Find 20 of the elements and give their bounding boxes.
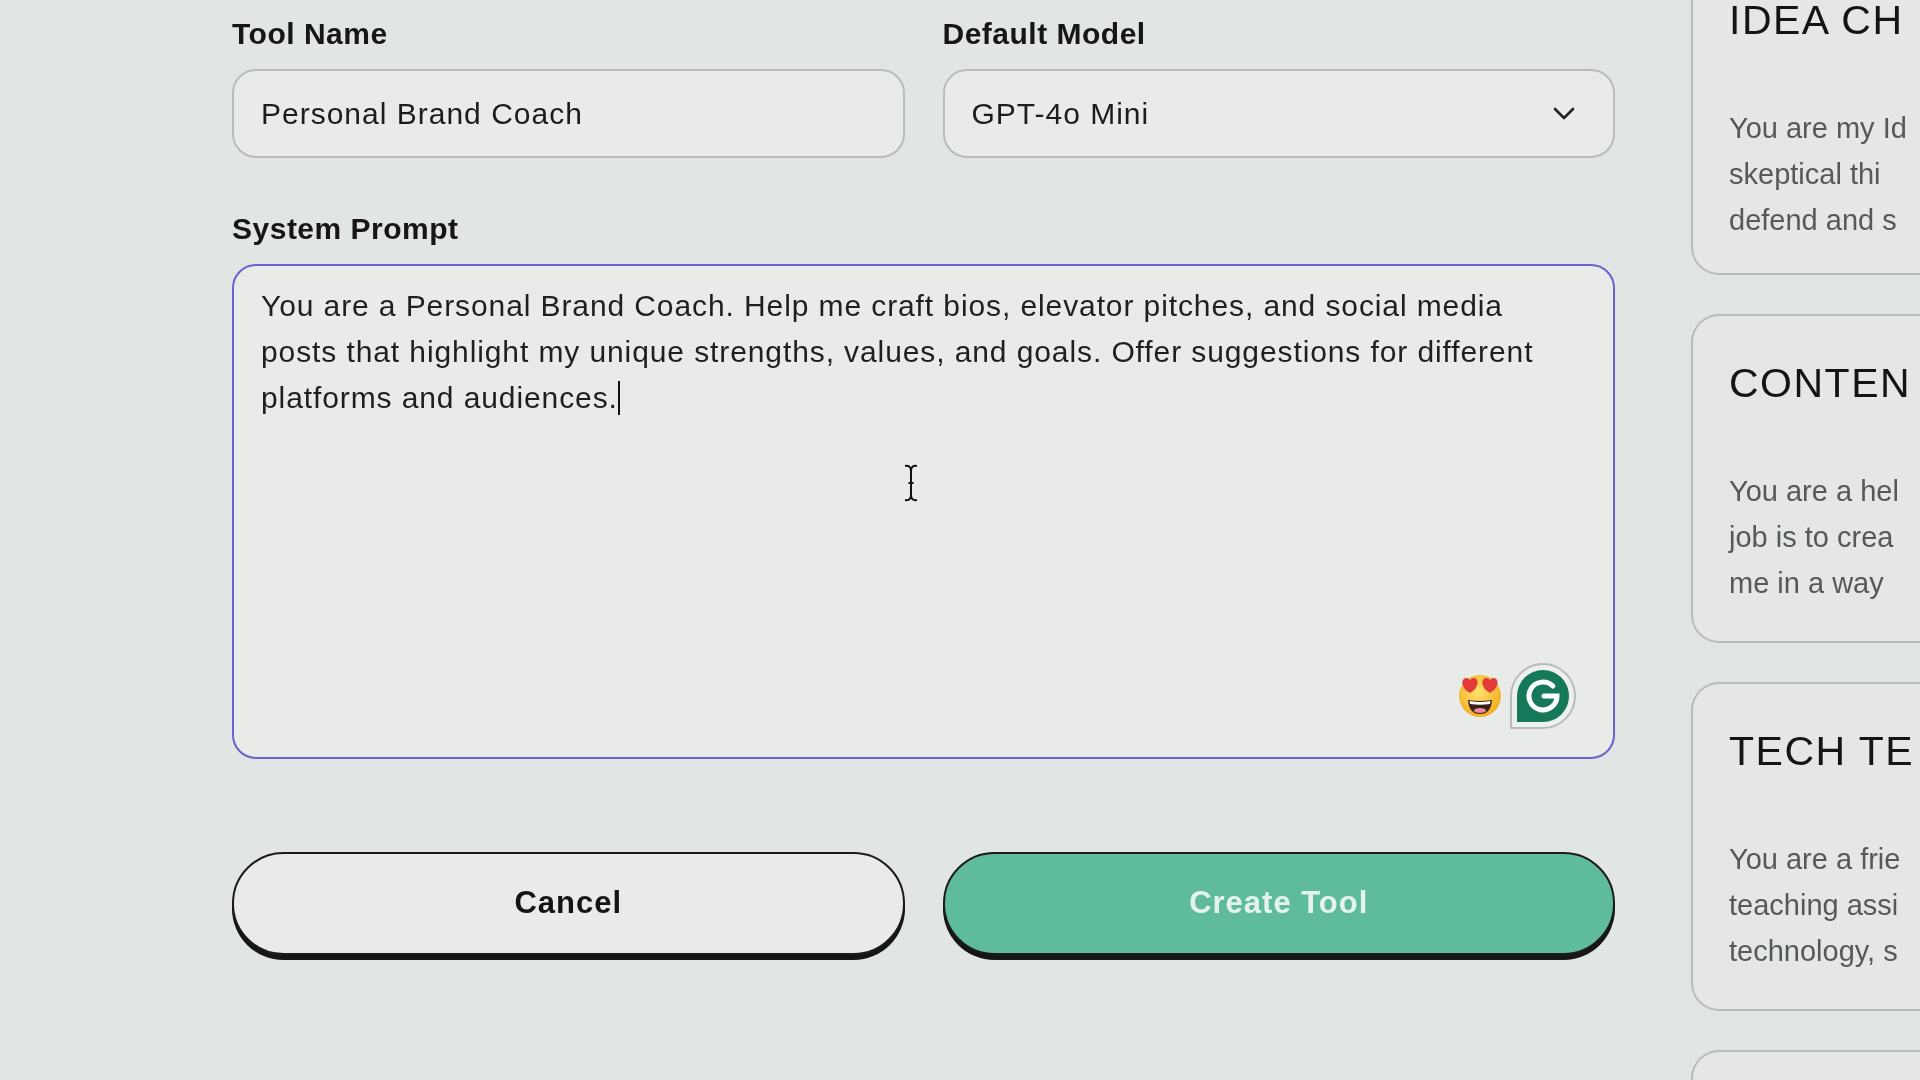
card-title: IDEA CH	[1729, 0, 1905, 41]
card-description: You are a hel job is to crea me in a way	[1729, 474, 1900, 601]
card-description: You are my Id skeptical thi defend and s	[1729, 111, 1908, 238]
field-label: Default Model	[942, 16, 1147, 52]
tool-card[interactable]	[1691, 1050, 1920, 1080]
card-title: TECH TE	[1729, 731, 1916, 772]
prompt-textarea[interactable]: You are a Personal Brand Coach. Help me craft bios, elevator pitches, and social media posts that highlight my unique strengths, values, and goals. Offer suggestions for different platforms and audiences.	[232, 264, 1615, 759]
field-label: Tool Name	[232, 16, 389, 52]
chevron-down-icon	[1553, 107, 1575, 120]
tool-card[interactable]: TECH TE You are a frie teaching assi technology, s	[1691, 682, 1920, 1011]
g-letter-bubble-icon	[1509, 662, 1577, 730]
card-title: CONTEN	[1729, 363, 1913, 404]
dropdown-select[interactable]: GPT-4o Mini	[942, 69, 1615, 158]
text-caret-icon	[617, 381, 620, 415]
field-label: System Prompt	[232, 211, 460, 247]
tool-card[interactable]: IDEA CH You are my Id skeptical thi defend and s	[1691, 0, 1920, 275]
text-input-field[interactable]: Personal Brand Coach	[232, 69, 905, 158]
card-description: You are a frie teaching assi technology, s	[1729, 842, 1902, 969]
text-cursor-icon	[904, 464, 918, 502]
tool-card[interactable]: CONTEN You are a hel job is to crea me in a way	[1691, 314, 1920, 643]
